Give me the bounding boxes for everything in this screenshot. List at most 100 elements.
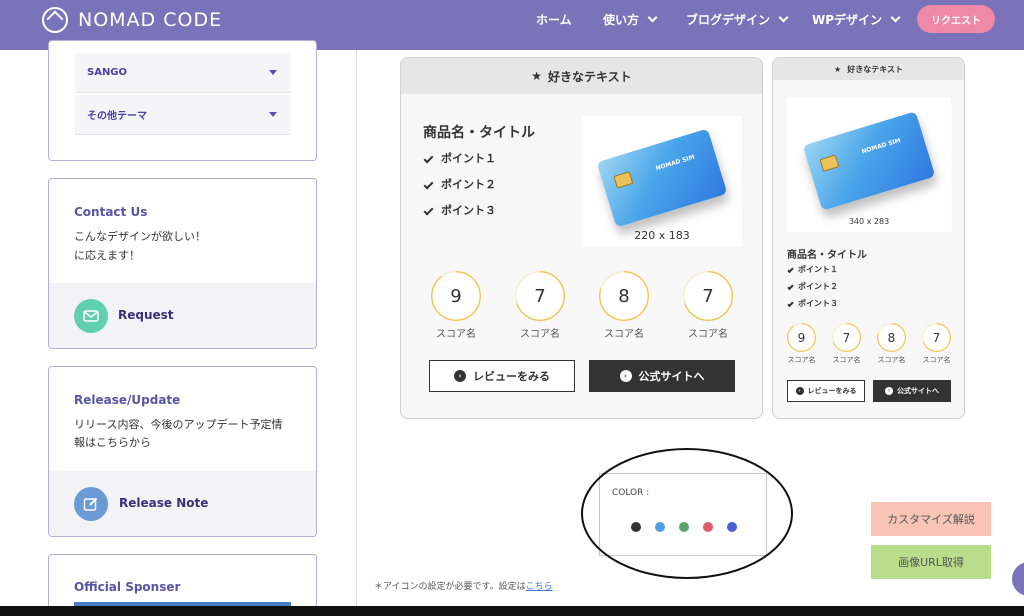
score-label: スコア名: [787, 356, 816, 364]
release-desc-2: 報はこちらから: [74, 436, 151, 449]
arrow-right-icon: ›: [454, 370, 466, 382]
score-item: 8 スコア名: [599, 271, 649, 340]
score-item: 8 スコア名: [877, 323, 906, 365]
score-label: スコア名: [832, 356, 861, 364]
score-ring: 7: [515, 271, 565, 321]
product-box-header: ★ 好きなテキスト: [401, 58, 762, 94]
theme-accordion-card: SANGO その他テーマ: [48, 40, 317, 161]
request-link[interactable]: Request: [49, 283, 316, 348]
arrow-right-icon: ›: [795, 387, 804, 395]
nav-label: 使い方: [603, 12, 640, 27]
official-site-button[interactable]: › 公式サイトへ: [589, 360, 735, 392]
point-text: ポイント２: [798, 282, 838, 291]
score-item: 7 スコア名: [683, 271, 733, 340]
release-note-label: Release Note: [119, 496, 209, 510]
release-note-link[interactable]: Release Note: [49, 471, 316, 536]
arrow-right-icon: ›: [619, 370, 632, 382]
score-item: 9 スコア名: [431, 271, 481, 340]
customize-guide-button[interactable]: カスタマイズ解説: [871, 502, 991, 536]
accordion-label: その他テーマ: [87, 111, 147, 122]
score-label: スコア名: [436, 329, 476, 340]
score-value: 7: [932, 330, 941, 345]
review-button[interactable]: › レビューをみる: [429, 360, 575, 392]
product-point: ポイント１: [787, 264, 838, 275]
nav-label: ブログデザイン: [686, 12, 771, 27]
score-item: 7 スコア名: [832, 323, 861, 365]
contact-desc-2: に応えます！: [74, 249, 140, 262]
contact-card: Contact Us こんなデザインが欲しい！ に応えます！ Request: [48, 178, 317, 349]
chevron-down-icon: [647, 12, 658, 22]
card-brand: NOMAD SIM: [860, 137, 902, 156]
review-button-label: レビューをみる: [473, 370, 550, 383]
product-box-large: ★ 好きなテキスト 商品名・タイトル ポイント１ ポイント２ ポイント３ NOM…: [400, 57, 763, 419]
check-icon: [423, 153, 434, 163]
request-button[interactable]: リクエスト: [917, 5, 995, 33]
customize-label: カスタマイズ解説: [887, 513, 975, 526]
sim-card-image: NOMAD SIM: [802, 111, 936, 211]
score-item: 7 スコア名: [922, 323, 951, 365]
score-label: スコア名: [688, 329, 728, 340]
get-image-url-button[interactable]: 画像URL取得: [871, 545, 991, 579]
edit-icon: [74, 487, 108, 521]
product-point: ポイント３: [423, 202, 496, 218]
product-point: ポイント１: [423, 150, 496, 166]
product-image: NOMAD SIM 220 x 183: [582, 116, 742, 247]
score-ring: 7: [832, 323, 861, 352]
sponsor-title: Official Sponser: [74, 580, 181, 594]
accordion-item-sango[interactable]: SANGO: [75, 53, 291, 93]
sim-card-image: NOMAD SIM: [596, 128, 728, 228]
review-button[interactable]: › レビューをみる: [787, 380, 865, 402]
score-value: 7: [842, 330, 851, 345]
product-image: NOMAD SIM 340 x 283: [787, 97, 951, 232]
chevron-down-icon: [778, 12, 789, 22]
score-ring: 7: [922, 323, 951, 352]
score-label: スコア名: [520, 329, 560, 340]
score-ring: 8: [877, 323, 906, 352]
card-brand: NOMAD SIM: [654, 153, 696, 173]
score-value: 8: [618, 285, 630, 307]
accordion-item-other-themes[interactable]: その他テーマ: [75, 95, 291, 135]
star-icon: ★: [834, 64, 842, 74]
nav-label: ホーム: [536, 12, 572, 27]
score-label: スコア名: [922, 356, 951, 364]
check-icon: [423, 205, 434, 215]
highlight-ellipse: [581, 448, 793, 579]
product-point: ポイント３: [787, 298, 838, 309]
point-text: ポイント１: [441, 152, 496, 165]
note-text: ＊アイコンの設定が必要です。設定は: [374, 582, 526, 592]
chip-icon: [613, 171, 634, 189]
image-size-caption: 340 x 283: [848, 217, 890, 226]
score-ring: 9: [431, 271, 481, 321]
point-text: ポイント２: [441, 178, 496, 191]
official-button-label: 公式サイトへ: [897, 387, 939, 395]
chip-icon: [819, 154, 840, 172]
scroll-top-button[interactable]: [1012, 562, 1024, 596]
score-value: 7: [702, 285, 714, 307]
score-label: スコア名: [604, 329, 644, 340]
check-icon: [787, 300, 794, 307]
nav-blog-design[interactable]: ブログデザイン: [686, 0, 789, 38]
nav-usage[interactable]: 使い方: [603, 0, 658, 38]
score-ring: 9: [787, 323, 816, 352]
score-value: 8: [887, 330, 896, 345]
arrow-right-icon: ›: [885, 387, 893, 395]
official-site-button[interactable]: › 公式サイトへ: [873, 380, 951, 402]
product-box-small: ★ 好きなテキスト NOMAD SIM 340 x 283 商品名・タイトル ポ…: [772, 57, 965, 419]
release-card: Release/Update リリース内容、今後のアップデート予定情 報はこちら…: [48, 366, 317, 537]
mail-icon: [74, 299, 108, 333]
nav-label: WPデザイン: [812, 12, 883, 27]
nav-home[interactable]: ホーム: [536, 0, 572, 38]
product-point: ポイント２: [787, 281, 838, 292]
score-value: 7: [534, 285, 546, 307]
score-value: 9: [797, 330, 806, 345]
product-box-header: ★ 好きなテキスト: [773, 58, 964, 80]
nav-wp-design[interactable]: WPデザイン: [812, 0, 901, 38]
caret-down-icon: [269, 70, 277, 75]
site-logo[interactable]: NOMAD CODE: [42, 7, 222, 33]
score-ring: 8: [599, 271, 649, 321]
chevron-down-icon: [890, 12, 901, 22]
contact-desc-1: こんなデザインが欲しい！: [74, 230, 206, 243]
image-size-caption: 220 x 183: [634, 229, 690, 242]
product-point: ポイント２: [423, 176, 496, 192]
settings-link[interactable]: こちら: [526, 582, 553, 592]
